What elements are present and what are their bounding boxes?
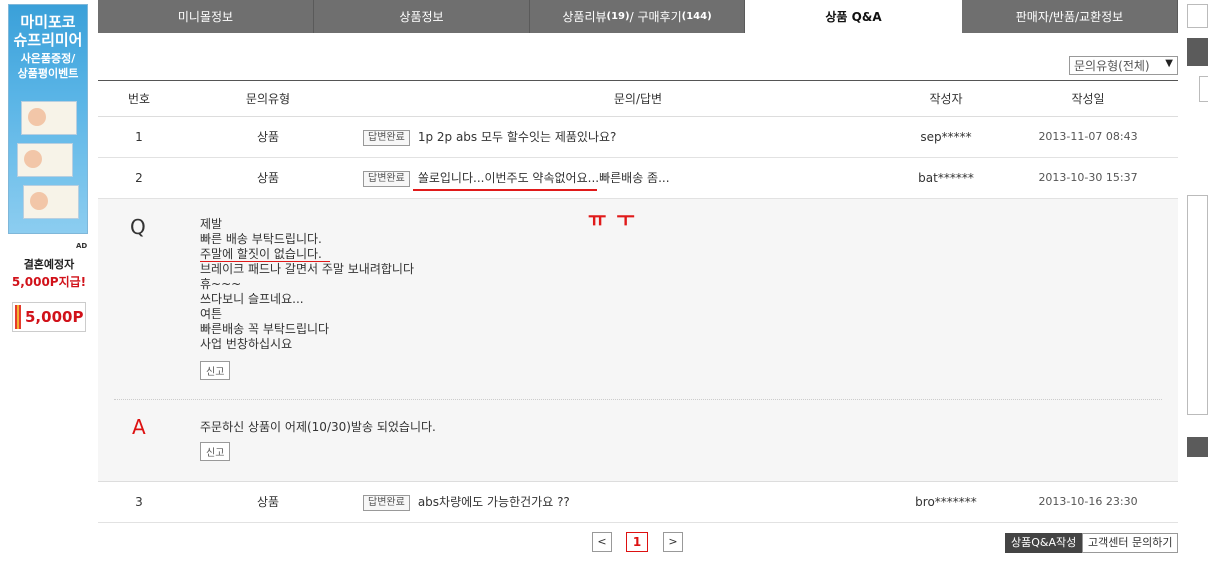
question-line: 쓰다보니 슬프네요... <box>200 292 304 306</box>
row-date: 2013-10-16 23:30 <box>1038 495 1138 508</box>
tab-label: 상품정보 <box>399 10 444 24</box>
report-button[interactable]: 신고 <box>200 442 231 461</box>
current-page[interactable]: 1 <box>626 532 648 552</box>
next-page-button[interactable]: > <box>663 532 683 552</box>
row-title-cell[interactable]: 답변완료 1p 2p abs 모두 할수잇는 제품있나요? <box>363 117 616 157</box>
right-panel-button[interactable] <box>1187 437 1208 457</box>
question-line: 주말에 할짓이 없습니다. <box>200 247 322 261</box>
row-date: 2013-10-30 15:37 <box>1038 171 1138 184</box>
row-no: 1 <box>135 130 143 144</box>
chevron-down-icon: ▼ <box>1165 58 1173 69</box>
table-row[interactable]: 1 상품 답변완료 1p 2p abs 모두 할수잇는 제품있나요? sep***… <box>98 117 1178 158</box>
ad-mark: AD <box>76 242 88 250</box>
question-line: 제발 <box>200 217 223 231</box>
table-row[interactable]: 3 상품 답변완료 abs차량에도 가능한건가요 ?? bro******* 20… <box>98 482 1178 523</box>
ad-title-line2: 슈프리미어 <box>13 31 83 49</box>
table-header: 번호 문의유형 문의/답변 작성자 작성일 <box>98 80 1178 117</box>
prev-page-button[interactable]: < <box>592 532 612 552</box>
answered-badge: 답변완료 <box>363 129 410 146</box>
row-writer: bat****** <box>918 171 974 185</box>
row-type: 상품 <box>256 130 280 144</box>
red-underline-annotation <box>413 189 597 191</box>
row-type: 상품 <box>256 495 280 509</box>
tab-label: / 구매후기 <box>629 10 682 24</box>
review-count: (19) <box>606 11 630 22</box>
row-title-cell[interactable]: 답변완료 abs차량에도 가능한건가요 ?? <box>363 482 570 522</box>
header-no: 번호 <box>127 92 151 106</box>
question-line: 브레이크 패드나 갈면서 주말 보내려합니다 <box>200 262 414 276</box>
row-title[interactable]: 1p 2p abs 모두 할수잇는 제품있나요? <box>418 130 617 144</box>
coupon-stripe <box>15 305 21 329</box>
answered-badge: 답변완료 <box>363 170 410 187</box>
tab-product-info[interactable]: 상품정보 <box>314 0 530 33</box>
diaper-pack-image <box>21 101 77 135</box>
purchase-review-count: (144) <box>681 11 712 22</box>
coupon-value: 5,000P <box>25 308 84 326</box>
right-panel-product[interactable] <box>1187 195 1208 415</box>
answer-body: 주문하신 상품이 어제(10/30)발송 되었습니다. <box>200 420 436 434</box>
row-date: 2013-11-07 08:43 <box>1038 130 1138 143</box>
header-writer: 작성자 <box>929 92 963 106</box>
wedding-promo-text[interactable]: 결혼예정자 <box>8 256 90 272</box>
ad-title: 마미포코 슈프리미어 <box>9 13 87 49</box>
question-line: 사업 번창하십시요 <box>200 337 293 351</box>
crying-face-annotation: ㅠㅜ <box>588 207 645 231</box>
header-date: 작성일 <box>1071 92 1105 106</box>
question-line: 빠른배송 꼭 부탁드립니다 <box>200 322 330 336</box>
diaper-ad-banner[interactable]: 마미포코 슈프리미어 사은품증정/ 상품평이벤트 <box>8 4 88 234</box>
question-line: 여튼 <box>200 307 223 321</box>
ad-sub-line2: 상품평이벤트 <box>17 67 79 80</box>
customer-center-button[interactable]: 고객센터 문의하기 <box>1082 533 1179 553</box>
ad-subtitle: 사은품증정/ 상품평이벤트 <box>9 51 87 81</box>
tab-reviews[interactable]: 상품리뷰 (19) / 구매후기 (144) <box>530 0 745 33</box>
answered-badge: 답변완료 <box>363 494 410 511</box>
tab-minimall-info[interactable]: 미니몰정보 <box>98 0 314 33</box>
report-button[interactable]: 신고 <box>200 361 231 380</box>
wedding-promo-points[interactable]: 5,000P지급! <box>8 273 90 290</box>
inquiry-type-filter[interactable]: 문의유형(전체) ▼ <box>1069 56 1178 75</box>
tab-label: 판매자/반품/교환정보 <box>1015 10 1124 24</box>
row-writer: sep***** <box>920 130 972 144</box>
tab-product-qna[interactable]: 상품 Q&A <box>745 0 962 33</box>
question-line: 빠른 배송 부탁드립니다. <box>200 232 322 246</box>
tab-label: 상품 Q&A <box>825 10 882 24</box>
tab-label: 상품리뷰 <box>562 10 607 24</box>
ad-sub-line1: 사은품증정/ <box>20 52 76 65</box>
right-sidebar-cutoff <box>1186 0 1208 586</box>
question-line: 휴~~~ <box>200 277 242 291</box>
header-title: 문의/답변 <box>613 92 663 106</box>
points-coupon[interactable]: 5,000P <box>12 302 86 332</box>
diaper-pack-image <box>17 143 73 177</box>
question-mark-label: Q <box>130 215 146 239</box>
row-title[interactable]: abs차량에도 가능한건가요 ?? <box>418 495 570 509</box>
row-title-cell[interactable]: 답변완료 쏠로입니다...이번주도 약속없어요...빠른배송 좀... <box>363 158 670 198</box>
row-no: 2 <box>135 171 143 185</box>
row-no: 3 <box>135 495 143 509</box>
table-row[interactable]: 2 상품 답변완료 쏠로입니다...이번주도 약속없어요...빠른배송 좀... … <box>98 158 1178 199</box>
question-body: 제발 빠른 배송 부탁드립니다. 주말에 할짓이 없습니다. 브레이크 패드나 … <box>200 217 414 352</box>
ad-title-line1: 마미포코 <box>20 13 76 31</box>
qna-table: 번호 문의유형 문의/답변 작성자 작성일 1 상품 답변완료 1p 2p abs… <box>98 80 1178 523</box>
answer-mark-label: A <box>132 415 146 439</box>
diaper-pack-image <box>23 185 79 219</box>
tab-label: 미니몰정보 <box>177 10 234 24</box>
right-panel-input[interactable] <box>1199 76 1208 102</box>
red-underline-annotation <box>200 261 330 262</box>
qna-detail-panel: Q 제발 빠른 배송 부탁드립니다. 주말에 할짓이 없습니다. 브레이크 패드… <box>98 199 1178 482</box>
qa-divider <box>114 399 1162 400</box>
row-title[interactable]: 쏠로입니다...이번주도 약속없어요...빠른배송 좀... <box>418 171 670 185</box>
right-panel-header <box>1187 38 1208 66</box>
left-ad-column: 마미포코 슈프리미어 사은품증정/ 상품평이벤트 AD 결혼예정자 5,000P… <box>8 0 88 340</box>
header-type: 문의유형 <box>245 92 291 106</box>
row-type: 상품 <box>256 171 280 185</box>
write-qna-button[interactable]: 상품Q&A작성 <box>1005 533 1083 553</box>
filter-label: 문의유형(전체) <box>1074 59 1150 73</box>
tab-seller-return-info[interactable]: 판매자/반품/교환정보 <box>962 0 1178 33</box>
right-panel-box[interactable] <box>1187 4 1208 28</box>
row-writer: bro******* <box>915 495 977 509</box>
product-tabs: 미니몰정보 상품정보 상품리뷰 (19) / 구매후기 (144) 상품 Q&A 판… <box>98 0 1178 33</box>
